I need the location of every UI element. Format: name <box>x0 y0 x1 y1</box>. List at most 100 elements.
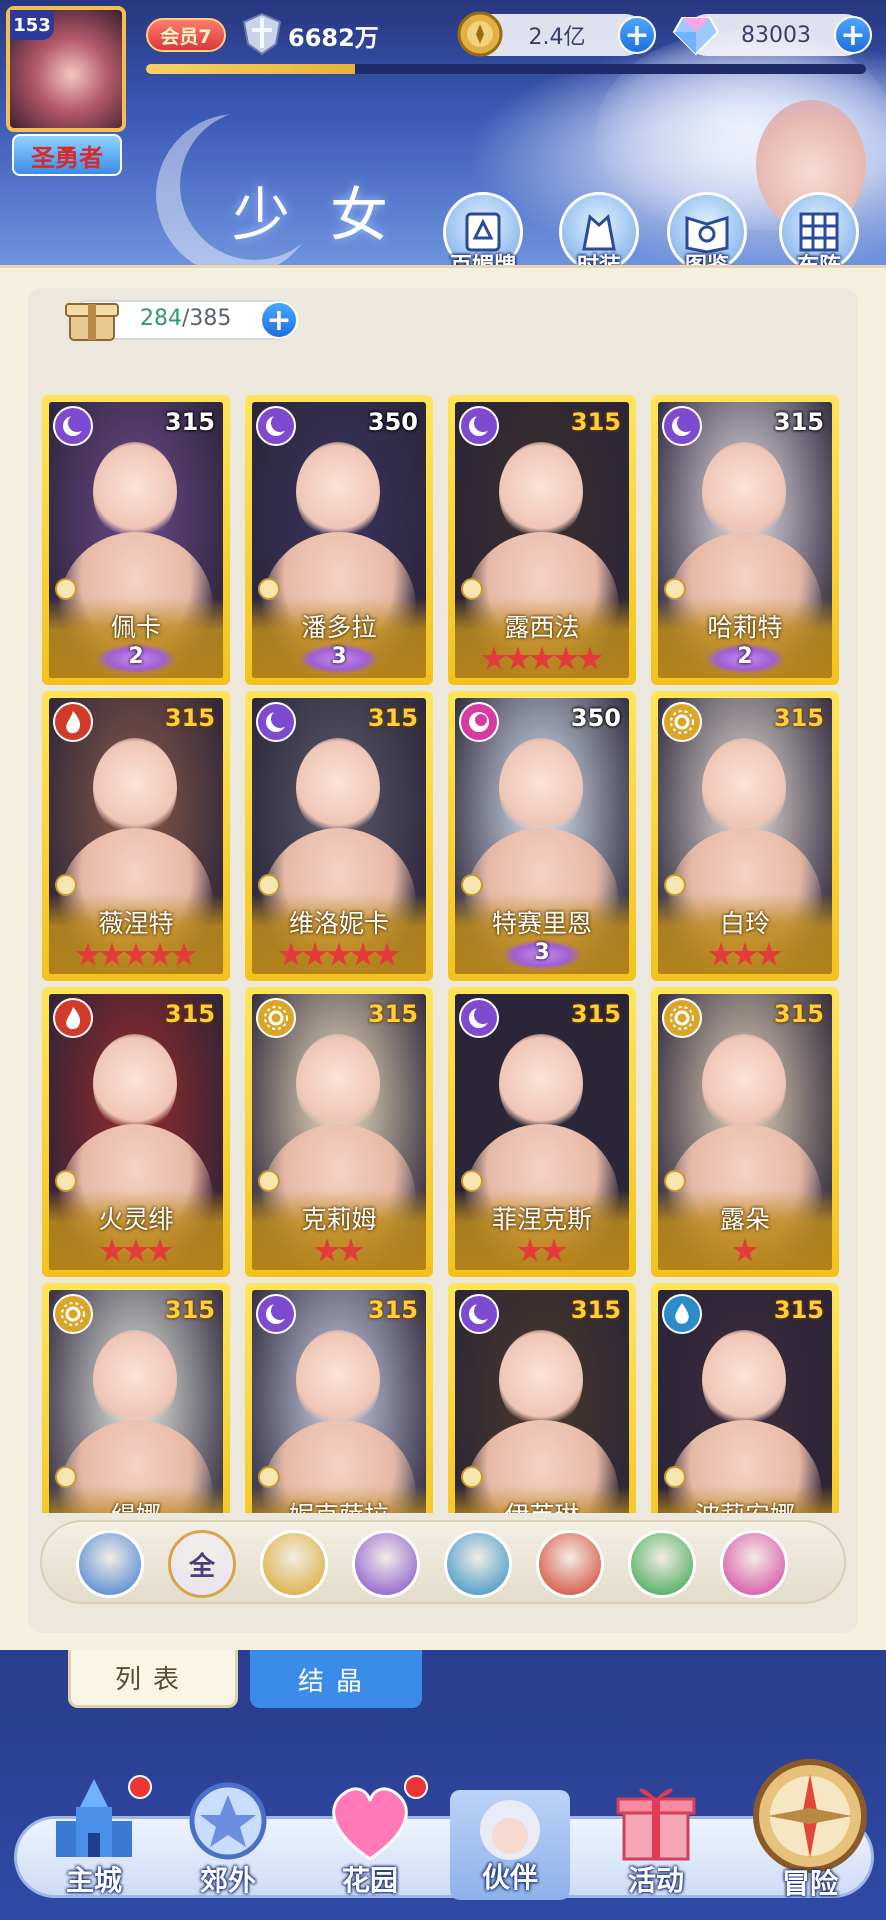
star-icon <box>541 1238 567 1262</box>
rank-pawn-icon <box>55 578 77 600</box>
filter-fire-button[interactable] <box>536 1530 604 1598</box>
card-power: 315 <box>773 1296 824 1324</box>
character-portrait: 315 菲涅克斯 <box>455 994 629 1270</box>
star-icon <box>732 942 758 966</box>
filter-wind-button[interactable] <box>628 1530 696 1598</box>
nav-companions[interactable]: 伙伴 <box>450 1790 570 1900</box>
star-icon <box>147 942 173 966</box>
portrait-face <box>702 1034 786 1134</box>
nav-events-label: 活动 <box>627 1864 684 1897</box>
star-icon <box>123 1238 149 1262</box>
character-portrait: 315 缇娜 <box>49 1290 223 1513</box>
card-power: 315 <box>570 1296 621 1324</box>
exp-bar <box>146 64 866 74</box>
card-power: 315 <box>164 1000 215 1028</box>
star-icon <box>505 646 531 670</box>
capacity-text: 284/385 <box>140 306 231 331</box>
card-power: 315 <box>773 1000 824 1028</box>
character-card[interactable]: 315 维洛妮卡 <box>245 691 433 981</box>
character-portrait: 315 妮克萨拉 <box>252 1290 426 1513</box>
character-card[interactable]: 315 妮克萨拉 <box>245 1283 433 1513</box>
star-icon <box>123 942 149 966</box>
tab-crystal[interactable]: 结晶 <box>250 1650 422 1708</box>
character-name: 哈莉特 <box>707 613 783 642</box>
gold-coin-icon <box>457 11 503 57</box>
element-sun-icon <box>256 998 296 1038</box>
filter-sun-button[interactable] <box>260 1530 328 1598</box>
rank-pawn-icon <box>258 578 280 600</box>
add-gold-button[interactable]: + <box>618 16 656 54</box>
character-card[interactable]: 315 火灵绯 <box>42 987 230 1277</box>
filter-water-button[interactable] <box>444 1530 512 1598</box>
character-name: 火灵绯 <box>98 1205 174 1234</box>
expand-capacity-button[interactable]: + <box>260 301 298 339</box>
capacity-max: /385 <box>182 306 232 331</box>
character-name: 白玲 <box>719 909 770 938</box>
card-power: 315 <box>570 1000 621 1028</box>
filter-wind-up-button[interactable] <box>76 1530 144 1598</box>
character-portrait: 315 哈莉特 2 <box>658 402 832 678</box>
character-card[interactable]: 350 特赛里恩 3 <box>448 691 636 981</box>
nav-events[interactable]: 活动 <box>596 1775 716 1905</box>
element-sun-icon <box>53 1294 93 1334</box>
nav-companions-label: 伙伴 <box>481 1861 538 1894</box>
nav-main-city-label: 主城 <box>65 1864 122 1897</box>
character-card[interactable]: 315 薇涅特 <box>42 691 230 981</box>
star-icon <box>75 942 101 966</box>
portrait-face <box>499 1034 583 1134</box>
star-icon <box>732 1238 758 1262</box>
element-fire-icon <box>53 702 93 742</box>
diamond-icon <box>672 17 720 56</box>
add-gem-button[interactable]: + <box>834 16 872 54</box>
star-icon <box>708 942 734 966</box>
filter-moon-button[interactable] <box>352 1530 420 1598</box>
sword-shield-icon <box>242 12 282 56</box>
character-name: 特赛里恩 <box>491 909 592 938</box>
character-card[interactable]: 315 白玲 <box>651 691 839 981</box>
portrait-face <box>296 1034 380 1134</box>
character-card[interactable]: 315 菲涅克斯 <box>448 987 636 1277</box>
element-moon-icon <box>53 406 93 446</box>
card-power: 315 <box>164 1296 215 1324</box>
gem-amount: 83003 <box>741 22 811 48</box>
star-icon <box>374 942 400 966</box>
nav-adventure[interactable]: 冒险 <box>740 1754 880 1904</box>
character-card[interactable]: 350 潘多拉 3 <box>245 395 433 685</box>
rank-pawn-icon <box>461 578 483 600</box>
star-icon <box>553 646 579 670</box>
filter-all-button[interactable]: 全 <box>168 1530 236 1598</box>
character-card[interactable]: 315 缇娜 <box>42 1283 230 1513</box>
character-grid: 315 佩卡 2 350 潘多拉 3 315 露西法 315 哈莉特 2 315… <box>42 395 844 1513</box>
gift-box-icon <box>616 1788 696 1861</box>
character-card[interactable]: 315 伊芙琳 <box>448 1283 636 1513</box>
rank-pawn-icon <box>55 874 77 896</box>
player-title-badge[interactable]: 圣勇者 <box>12 134 122 176</box>
character-card[interactable]: 315 露西法 <box>448 395 636 685</box>
player-avatar[interactable]: 153 <box>6 6 126 132</box>
rank-pawn-icon <box>258 874 280 896</box>
wings-rank-value: 2 <box>128 644 144 669</box>
character-card[interactable]: 315 露朵 <box>651 987 839 1277</box>
character-card[interactable]: 315 哈莉特 2 <box>651 395 839 685</box>
character-name: 妮克萨拉 <box>252 1496 426 1513</box>
nav-main-city[interactable]: 主城 <box>34 1775 154 1905</box>
filter-heart-button[interactable] <box>720 1530 788 1598</box>
card-power: 350 <box>570 704 621 732</box>
character-name: 伊芙琳 <box>455 1496 629 1513</box>
nav-adventure-label: 冒险 <box>781 1867 838 1900</box>
rank-pawn-icon <box>664 1170 686 1192</box>
portrait-face <box>296 442 380 542</box>
character-name: 露朵 <box>719 1205 770 1234</box>
portrait-face <box>702 1330 786 1430</box>
element-moon-icon <box>459 1294 499 1334</box>
nav-garden[interactable]: 花园 <box>310 1775 430 1905</box>
vip-badge[interactable]: 会员7 <box>146 18 226 52</box>
character-card[interactable]: 315 波莉安娜 <box>651 1283 839 1513</box>
tab-list[interactable]: 列表 <box>68 1650 238 1708</box>
character-card[interactable]: 315 佩卡 2 <box>42 395 230 685</box>
storage-box-icon <box>65 303 119 341</box>
star-rating <box>252 1238 426 1264</box>
star-rating <box>455 646 629 672</box>
nav-outskirts[interactable]: 郊外 <box>168 1775 288 1905</box>
character-card[interactable]: 315 克莉姆 <box>245 987 433 1277</box>
